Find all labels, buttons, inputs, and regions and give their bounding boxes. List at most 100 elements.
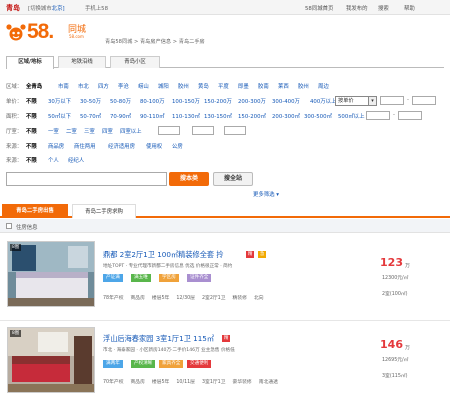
tab-wanted[interactable]: 青岛二手房求购 (72, 204, 136, 218)
source-item[interactable]: 商住两用 (74, 142, 96, 150)
rooms-all[interactable]: 不限 (26, 127, 37, 135)
area-item[interactable]: 50㎡以下 (48, 112, 71, 120)
region-item[interactable]: 城阳 (158, 82, 169, 90)
region-item[interactable]: 四方 (98, 82, 109, 90)
rooms-item[interactable]: 三室 (84, 127, 95, 135)
price-item[interactable]: 30-50万 (80, 97, 101, 105)
area-label: 面积： (6, 114, 23, 120)
layout-size: 3室(115㎡) (382, 374, 408, 379)
rooms-item[interactable]: 二室 (66, 127, 77, 135)
more-filters-link[interactable]: 更多筛选 ▾ (253, 190, 279, 198)
meta-item: 10/11层 (176, 380, 195, 385)
region-item[interactable]: 胶州 (178, 82, 189, 90)
source-item[interactable]: 商品房 (48, 142, 64, 150)
price-all[interactable]: 不限 (26, 97, 37, 105)
region-item[interactable]: 李沧 (118, 82, 129, 90)
rooms-item[interactable]: 四室以上 (120, 127, 142, 135)
listing-title[interactable]: 鼎都 2室2厅1卫 100㎡精装修全套 拎 (103, 250, 224, 260)
area-item[interactable]: 300-500㎡ (304, 112, 332, 120)
baths-input[interactable] (224, 126, 246, 135)
region-item[interactable]: 平度 (218, 82, 229, 90)
search-category-button[interactable]: 搜本类 (169, 172, 209, 186)
price-item[interactable]: 50-80万 (110, 97, 131, 105)
area-item[interactable]: 500㎡以上 (338, 112, 364, 120)
listing-photo[interactable]: 8图 (7, 327, 95, 393)
toolbar-label: 住房信息 (16, 225, 38, 231)
area-min-input[interactable] (366, 111, 390, 120)
price-item[interactable]: 400万以上 (310, 97, 336, 105)
tab-subway[interactable]: 地铁沿线 (58, 56, 106, 68)
rooms-item[interactable]: 一室 (48, 127, 59, 135)
source-label: 来源： (6, 144, 23, 150)
listing-price: 146 (380, 338, 403, 351)
search-link[interactable]: 搜索 (378, 4, 389, 12)
area-item[interactable]: 70-90㎡ (110, 112, 131, 120)
search-all-button[interactable]: 搜全站 (213, 172, 253, 186)
area-item[interactable]: 200-300㎡ (272, 112, 300, 120)
meta-item: 商品房 (130, 296, 145, 301)
range-dash: - (407, 97, 409, 103)
my-posts-link[interactable]: 我发布的 (346, 4, 368, 12)
price-max-input[interactable] (412, 96, 436, 105)
tab-region[interactable]: 区域/地标 (6, 56, 54, 69)
area-item[interactable]: 130-150㎡ (204, 112, 232, 120)
region-item[interactable]: 崂山 (138, 82, 149, 90)
breadcrumb[interactable]: 青岛58同城 > 青岛房产信息 > 青岛二手房 (105, 38, 205, 45)
source-all[interactable]: 不限 (26, 142, 37, 150)
area-max-input[interactable] (398, 111, 422, 120)
tab-community[interactable]: 青岛小区 (110, 56, 160, 68)
search-input[interactable] (6, 172, 167, 186)
price-type-select[interactable]: 按单价 ▾ (335, 96, 377, 106)
seller-item[interactable]: 个人 (48, 156, 59, 164)
listing-photo[interactable]: 8图 (7, 241, 95, 307)
switch-city-link[interactable]: [切换城市北京] (28, 4, 65, 12)
price-item[interactable]: 200-300万 (238, 97, 266, 105)
price-item[interactable]: 30万以下 (48, 97, 71, 105)
rooms-input[interactable] (158, 126, 180, 135)
help-link[interactable]: 帮助 (404, 4, 415, 12)
region-item[interactable]: 市南 (58, 82, 69, 90)
list-tabs: 青岛二手房出售 青岛二手房求购 (0, 202, 450, 218)
source-item[interactable]: 使用权 (146, 142, 162, 150)
area-item[interactable]: 90-110㎡ (140, 112, 164, 120)
price-item[interactable]: 80-100万 (140, 97, 164, 105)
region-filter-row: 区域： 全青岛 市南 市北 四方 李沧 崂山 城阳 胶州 黄岛 平度 即墨 胶南… (6, 82, 446, 91)
price-item[interactable]: 150-200万 (204, 97, 232, 105)
region-item[interactable]: 市北 (78, 82, 89, 90)
rooms-label: 厅室： (6, 129, 23, 135)
bedroom-photo-image (8, 242, 94, 306)
seller-item[interactable]: 经纪人 (68, 156, 84, 164)
region-item[interactable]: 黄岛 (198, 82, 209, 90)
home-link[interactable]: 58同城首页 (305, 4, 333, 12)
region-item[interactable]: 胶州 (298, 82, 309, 90)
seller-label: 来源： (6, 158, 23, 164)
region-item[interactable]: 莱西 (278, 82, 289, 90)
listing-card[interactable]: 8图 鼎都 2室2厅1卫 100㎡精装修全套 拎 精 急 地址TOPT · 专业… (0, 236, 450, 321)
region-item[interactable]: 胶南 (258, 82, 269, 90)
price-item[interactable]: 100-150万 (172, 97, 200, 105)
mobile-link[interactable]: 手机上58 (85, 4, 108, 12)
tab-for-sale[interactable]: 青岛二手房出售 (2, 204, 68, 218)
source-item[interactable]: 公房 (172, 142, 183, 150)
region-item[interactable]: 周边 (318, 82, 329, 90)
price-item[interactable]: 300-400万 (272, 97, 300, 105)
rooms-item[interactable]: 四室 (102, 127, 113, 135)
region-item[interactable]: 即墨 (238, 82, 249, 90)
area-item[interactable]: 50-70㎡ (80, 112, 101, 120)
source-filter-row: 来源： 不限 商品房 商住两用 经济适用房 使用权 公房 (6, 142, 446, 151)
switch-city-target[interactable]: 北京] (52, 6, 65, 12)
seller-all[interactable]: 不限 (26, 156, 37, 164)
meta-item: 楼层5年 (151, 380, 170, 385)
area-all[interactable]: 不限 (26, 112, 37, 120)
price-min-input[interactable] (380, 96, 404, 105)
tag-badge: 精 (222, 335, 231, 342)
area-item[interactable]: 110-130㎡ (172, 112, 200, 120)
region-all[interactable]: 全青岛 (26, 82, 43, 90)
area-item[interactable]: 150-200㎡ (238, 112, 266, 120)
filter-checkbox[interactable] (6, 223, 12, 229)
listing-card[interactable]: 8图 浮山后海春家园 3室1厅1卫 115㎡ 精 市北 · 海泰家园 · 小区新… (0, 322, 450, 399)
site-logo[interactable]: 58. 同城 58.com (6, 20, 101, 46)
listing-title[interactable]: 浮山后海春家园 3室1厅1卫 115㎡ (103, 334, 214, 344)
source-item[interactable]: 经济适用房 (108, 142, 135, 150)
halls-input[interactable] (192, 126, 214, 135)
